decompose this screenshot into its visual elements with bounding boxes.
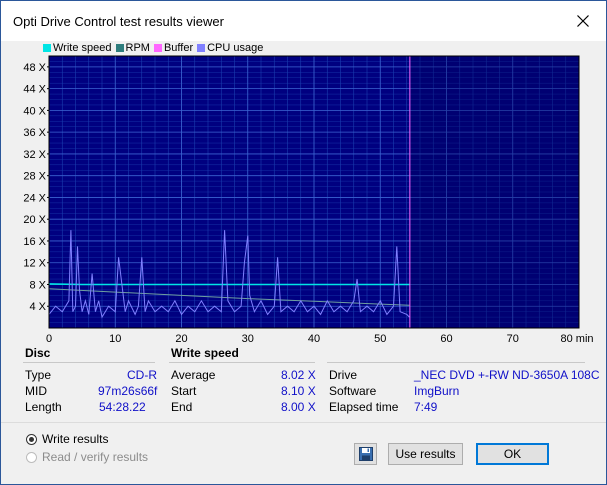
- disc-mid-value: 97m26s66f: [98, 384, 158, 398]
- y-tick-label: 16 X: [23, 236, 46, 248]
- x-tick-label: 40: [308, 333, 320, 343]
- x-tick-label: 80 min: [560, 333, 593, 343]
- drive-label: Drive: [329, 368, 358, 382]
- disc-mid-label: MID: [25, 384, 47, 398]
- drive-divider: [327, 362, 585, 363]
- save-button[interactable]: [354, 443, 377, 465]
- floppy-disk-icon: [358, 447, 373, 461]
- x-tick-label: 20: [175, 333, 187, 343]
- x-tick-label: 30: [242, 333, 254, 343]
- window-title: Opti Drive Control test results viewer: [13, 14, 224, 29]
- read-verify-results-label: Read / verify results: [42, 450, 149, 464]
- close-button[interactable]: [560, 1, 606, 41]
- use-results-button[interactable]: Use results: [388, 443, 463, 465]
- legend-swatch: [115, 44, 124, 52]
- ok-button[interactable]: OK: [476, 443, 549, 465]
- end-label: End: [171, 400, 193, 414]
- disc-divider: [23, 362, 155, 363]
- average-value: 8.02 X: [281, 368, 316, 382]
- y-tick-label: 36 X: [23, 127, 46, 139]
- start-value: 8.10 X: [281, 384, 316, 398]
- write-speed-header: Write speed: [171, 346, 239, 360]
- end-value: 8.00 X: [281, 400, 316, 414]
- x-tick-label: 0: [46, 333, 52, 343]
- close-icon: [577, 15, 589, 27]
- elapsed-time-value: 7:49: [414, 400, 438, 414]
- software-value: ImgBurn: [414, 384, 460, 398]
- elapsed-time-label: Elapsed time: [329, 400, 399, 414]
- y-tick-label: 28 X: [23, 171, 46, 183]
- read-verify-results-radio[interactable]: Read / verify results: [26, 450, 148, 464]
- write-results-radio[interactable]: Write results: [26, 432, 108, 446]
- unused-region: [409, 56, 579, 328]
- x-tick-label: 70: [507, 333, 519, 343]
- series-line-write-speed: [48, 283, 410, 286]
- y-tick-label: 32 X: [23, 149, 46, 161]
- y-tick-label: 48 X: [23, 62, 46, 74]
- legend-swatch: [43, 44, 51, 52]
- radio-unselected-icon: [26, 451, 37, 463]
- y-tick-label: 24 X: [23, 192, 46, 204]
- radio-selected-icon: [26, 433, 37, 445]
- software-label: Software: [329, 384, 377, 398]
- legend-swatch: [197, 44, 206, 52]
- y-tick-label: 40 X: [23, 105, 46, 117]
- legend-swatch: [153, 44, 162, 52]
- x-tick-label: 10: [109, 333, 121, 343]
- window: Opti Drive Control test results viewer W…: [0, 0, 607, 485]
- disc-length-value: 54:28.22: [99, 400, 146, 414]
- footer-separator: [1, 422, 606, 423]
- y-tick-label: 20 X: [23, 214, 46, 226]
- write-speed-divider: [169, 362, 315, 363]
- start-label: Start: [171, 384, 197, 398]
- disc-length-label: Length: [25, 400, 62, 414]
- y-tick-label: 44 X: [23, 84, 46, 96]
- write-speed-chart: 4 X 8 X 12 X 16 X 20 X 24 X 28 X 32 X 36 X 40 X 44…: [23, 55, 594, 343]
- disc-type-value: CD-R: [127, 368, 157, 382]
- title-bar: Opti Drive Control test results viewer: [1, 1, 606, 41]
- disc-header: Disc: [25, 346, 51, 360]
- average-label: Average: [171, 368, 216, 382]
- y-tick-label: 4 X: [29, 301, 46, 313]
- y-tick-label: 8 X: [29, 279, 46, 291]
- x-tick-label: 60: [440, 333, 452, 343]
- disc-type-label: Type: [25, 368, 52, 382]
- write-results-label: Write results: [42, 432, 109, 446]
- x-tick-label: 50: [374, 333, 386, 343]
- y-tick-label: 12 X: [23, 258, 46, 270]
- drive-value: _NEC DVD +-RW ND-3650A 108C: [414, 368, 600, 382]
